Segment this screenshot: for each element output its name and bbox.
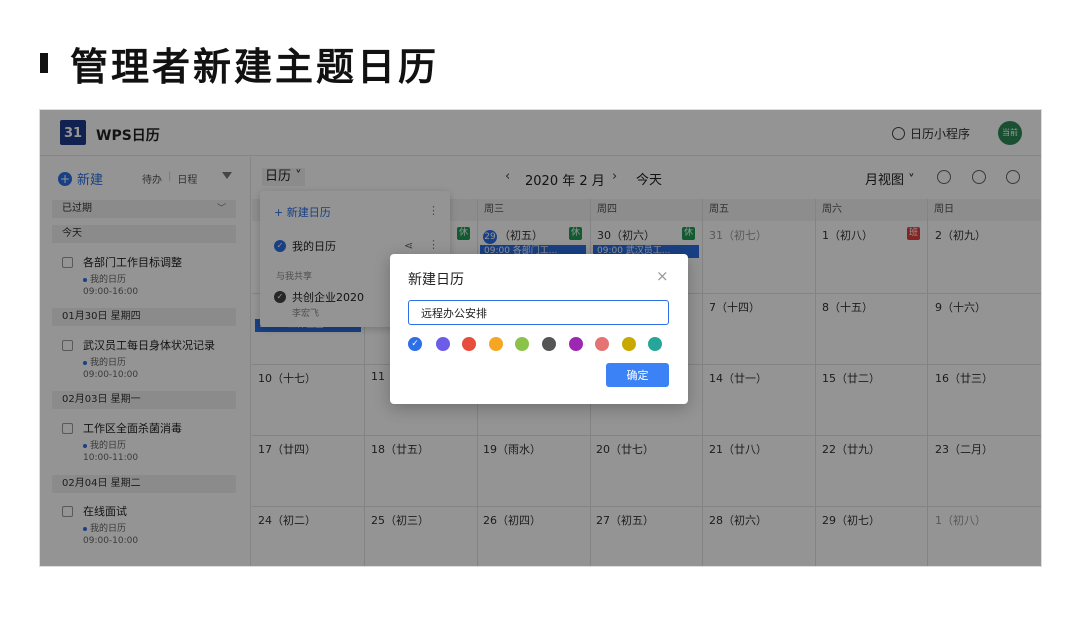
slide-title-text: 管理者新建主题日历 [70,44,440,89]
close-icon[interactable]: × [656,267,669,285]
color-swatch[interactable] [595,337,609,351]
color-swatch[interactable] [622,337,636,351]
color-swatch-selected[interactable]: ✓ [408,337,422,351]
new-calendar-dialog: 新建日历 × ✓ 确定 [390,254,688,404]
calendar-name-input[interactable] [408,300,669,325]
title-bullet [40,53,48,73]
color-swatch[interactable] [489,337,503,351]
calendar-app-window: 31 WPS日历 日历小程序 当前 + 新建 待办 | 日程 已过期 ﹀ 今天 … [40,110,1041,566]
color-swatch[interactable] [462,337,476,351]
confirm-button[interactable]: 确定 [606,363,669,387]
dialog-title: 新建日历 [408,272,464,288]
color-swatch[interactable] [648,337,662,351]
color-swatch[interactable] [542,337,556,351]
slide-title: 管理者新建主题日历 [40,38,440,89]
color-swatch[interactable] [436,337,450,351]
color-swatch[interactable] [515,337,529,351]
color-swatch[interactable] [569,337,583,351]
